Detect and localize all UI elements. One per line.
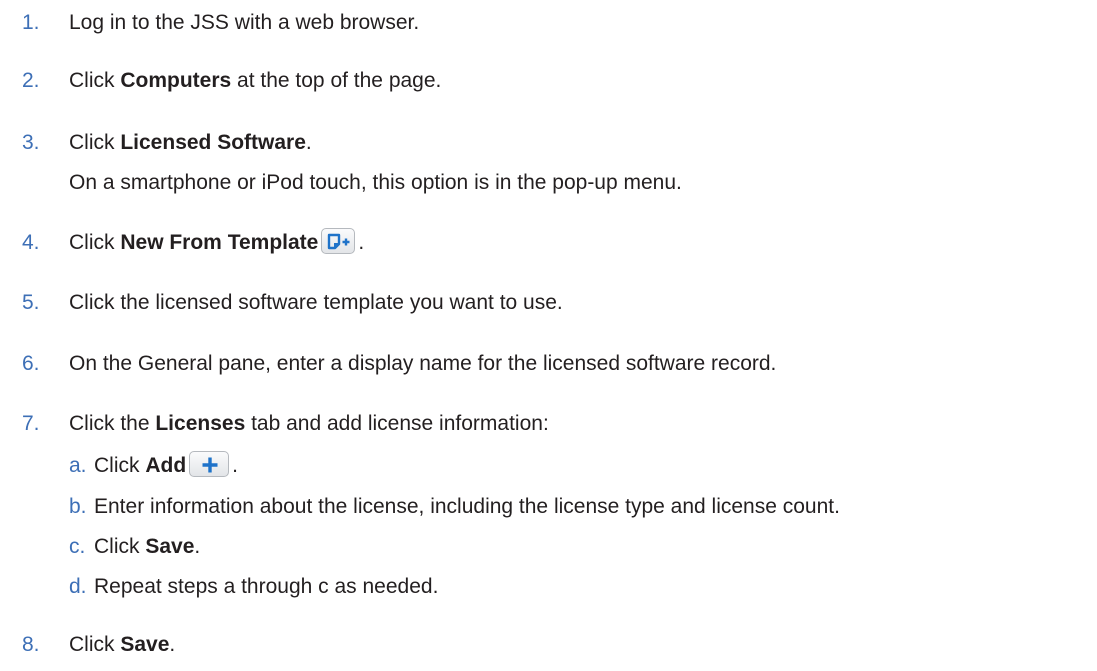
step-text: Click the licensed software template you… xyxy=(69,291,563,314)
new-from-template-icon xyxy=(321,228,356,255)
substep-text: Repeat steps a through c as needed. xyxy=(94,575,439,598)
step-number: 2. xyxy=(22,69,40,92)
step-text-part: at the top of the page. xyxy=(231,69,442,92)
step-text-part: . xyxy=(232,454,239,477)
step-text-part: Click xyxy=(69,131,121,154)
step-text-part: Click xyxy=(94,454,146,477)
substep-letter: a. xyxy=(69,454,87,477)
step-text-part: . xyxy=(358,231,365,254)
step-text-part: Click xyxy=(69,633,121,656)
step-note: On a smartphone or iPod touch, this opti… xyxy=(69,171,682,194)
step-text-part: . xyxy=(194,535,201,558)
step-number: 6. xyxy=(22,352,40,375)
step-number: 8. xyxy=(22,633,40,656)
step-ui-term: Save xyxy=(120,633,170,656)
substep-letter: c. xyxy=(69,535,86,558)
step-number: 1. xyxy=(22,11,40,34)
step-text: Click Save. xyxy=(69,630,175,660)
step-text-part: Click xyxy=(94,535,146,558)
step-number: 4. xyxy=(22,231,40,254)
step-text: Click Licensed Software. xyxy=(69,128,312,158)
step-text-part: Log in to the JSS with a web browser. xyxy=(69,11,420,34)
substep-letter: b. xyxy=(69,495,87,518)
step-text-part: Click the xyxy=(69,412,156,435)
step-ui-term: New From Template xyxy=(120,231,319,254)
instruction-document: 1. Log in to the JSS with a web browser.… xyxy=(0,0,1097,671)
step-number: 3. xyxy=(22,131,40,154)
substep-text: Click Add. xyxy=(94,451,238,481)
step-text: Click the Licenses tab and add license i… xyxy=(69,409,549,439)
step-text: Click New From Template. xyxy=(69,228,364,258)
substep-text: Click Save. xyxy=(94,532,200,562)
step-text-part: . xyxy=(169,633,176,656)
step-text-part: . xyxy=(305,131,312,154)
step-ui-term: Licensed Software xyxy=(120,131,306,154)
step-text-part: Click xyxy=(69,231,121,254)
step-text: On the General pane, enter a display nam… xyxy=(69,352,777,375)
step-text: Log in to the JSS with a web browser. xyxy=(69,8,419,38)
step-number: 7. xyxy=(22,412,40,435)
substep-text: Enter information about the license, inc… xyxy=(94,495,840,518)
step-ui-term: Computers xyxy=(120,69,232,92)
step-text-part: Click xyxy=(69,69,121,92)
step-ui-term: Licenses xyxy=(155,412,246,435)
step-number: 5. xyxy=(22,291,40,314)
step-ui-term: Save xyxy=(145,535,195,558)
step-text-part: tab and add license information: xyxy=(245,412,549,435)
substep-letter: d. xyxy=(69,575,87,598)
step-ui-term: Add xyxy=(145,454,187,477)
plus-icon xyxy=(189,451,230,478)
step-text: Click Computers at the top of the page. xyxy=(69,66,441,96)
